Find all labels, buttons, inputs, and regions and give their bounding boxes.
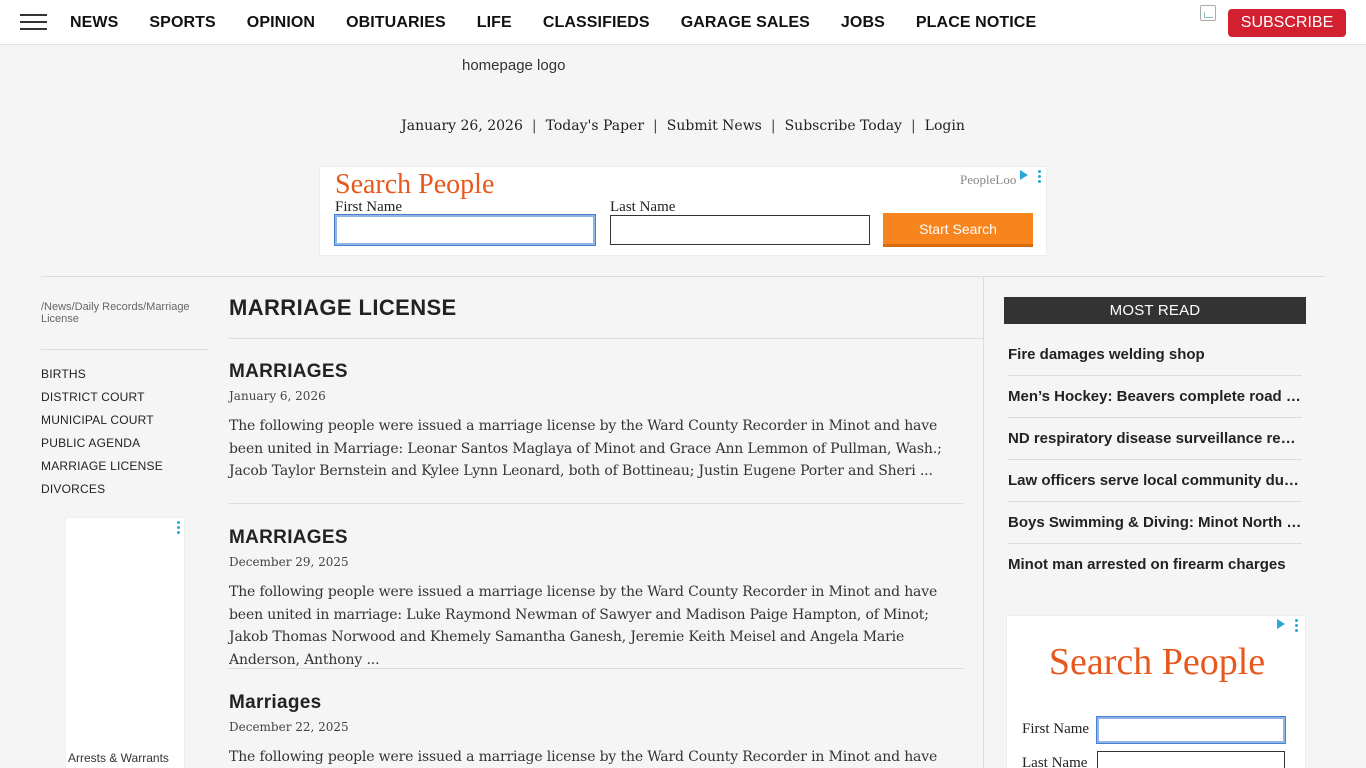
first-name-label: First Name: [1022, 721, 1090, 737]
search-people-ad: Search People First Name Last Name: [1006, 615, 1306, 768]
nav-sports[interactable]: SPORTS: [149, 14, 215, 32]
breadcrumb: /News/Daily Records/Marriage License: [41, 301, 209, 325]
first-name-input[interactable]: [1096, 716, 1286, 744]
sidebar-item-divorces[interactable]: DIVORCES: [41, 482, 163, 505]
logo-alt-text: homepage logo: [462, 57, 566, 74]
adchoices-icon[interactable]: [1018, 169, 1030, 181]
ad-brand[interactable]: PeopleLoo: [960, 172, 1016, 188]
most-read-list: Fire damages welding shop Men’s Hockey: …: [1008, 334, 1302, 586]
broken-image-icon[interactable]: [1200, 5, 1216, 21]
search-people-ad: Search People PeopleLoo First Name Last …: [319, 166, 1047, 256]
sidebar-item-municipal-court[interactable]: MUNICIPAL COURT: [41, 413, 163, 436]
last-name-input[interactable]: [610, 215, 870, 245]
divider: [229, 668, 963, 669]
article-title[interactable]: Marriages: [229, 692, 963, 718]
article-item: MARRIAGES December 29, 2025 The followin…: [229, 527, 963, 671]
most-read-item[interactable]: Minot man arrested on firearm charges: [1008, 544, 1302, 586]
divider: [229, 338, 983, 339]
first-name-label: First Name: [335, 199, 403, 215]
sidebar-ad[interactable]: Arrests & Warrants: [65, 517, 185, 768]
article-item: Marriages December 22, 2025 The followin…: [229, 692, 963, 768]
login-link[interactable]: Login: [925, 118, 965, 134]
article-excerpt: The following people were issued a marri…: [229, 584, 938, 668]
most-read-item[interactable]: Law officers serve local community durin…: [1008, 460, 1302, 502]
nav-news[interactable]: NEWS: [70, 14, 118, 32]
article-date: December 29, 2025: [229, 555, 349, 569]
start-search-button[interactable]: Start Search: [883, 213, 1033, 247]
most-read-item[interactable]: Men’s Hockey: Beavers complete road swee…: [1008, 376, 1302, 418]
subscribe-button[interactable]: SUBSCRIBE: [1228, 9, 1346, 37]
article-excerpt: The following people were issued a marri…: [229, 749, 938, 765]
ad-title[interactable]: Search People: [335, 169, 494, 201]
right-sidebar: MOST READ Fire damages welding shop Men’…: [983, 277, 1325, 768]
most-read-heading: MOST READ: [1004, 297, 1306, 324]
nav-garage-sales[interactable]: GARAGE SALES: [681, 14, 810, 32]
ad-menu-icon[interactable]: [1037, 170, 1041, 183]
divider: [41, 349, 209, 350]
ad-title[interactable]: Search People: [1007, 640, 1307, 684]
section-menu: BIRTHS DISTRICT COURT MUNICIPAL COURT PU…: [41, 367, 163, 505]
article-date: December 22, 2025: [229, 720, 349, 734]
nav-opinion[interactable]: OPINION: [247, 14, 315, 32]
most-read-item[interactable]: ND respiratory disease surveillance repo…: [1008, 418, 1302, 460]
adchoices-icon[interactable]: [1275, 618, 1287, 630]
nav-life[interactable]: LIFE: [477, 14, 512, 32]
most-read-item[interactable]: Boys Swimming & Diving: Minot North take…: [1008, 502, 1302, 544]
nav-place-notice[interactable]: PLACE NOTICE: [916, 14, 1036, 32]
nav-classifieds[interactable]: CLASSIFIEDS: [543, 14, 650, 32]
first-name-input[interactable]: [334, 214, 596, 246]
subscribe-today-link[interactable]: Subscribe Today: [785, 118, 902, 134]
last-name-input[interactable]: [1097, 751, 1285, 768]
last-name-label: Last Name: [1022, 755, 1088, 768]
sidebar-item-district-court[interactable]: DISTRICT COURT: [41, 390, 163, 413]
dateline: January 26, 2026 | Today's Paper | Submit Ne…: [401, 118, 965, 134]
article-item: MARRIAGES January 6, 2026 The following …: [229, 361, 963, 504]
ad-caption[interactable]: Arrests & Warrants: [68, 751, 169, 765]
nav-links: NEWS SPORTS OPINION OBITUARIES LIFE CLAS…: [70, 0, 1067, 45]
sidebar-item-marriage-license[interactable]: MARRIAGE LICENSE: [41, 459, 163, 482]
current-date: January 26, 2026: [401, 118, 523, 134]
article-excerpt: The following people were issued a marri…: [229, 418, 942, 479]
top-nav: NEWS SPORTS OPINION OBITUARIES LIFE CLAS…: [0, 0, 1366, 45]
last-name-label: Last Name: [610, 199, 676, 215]
article-title[interactable]: MARRIAGES: [229, 361, 963, 387]
divider: [229, 503, 963, 504]
article-title[interactable]: MARRIAGES: [229, 527, 963, 553]
sidebar-item-public-agenda[interactable]: PUBLIC AGENDA: [41, 436, 163, 459]
ad-menu-icon[interactable]: [176, 521, 180, 534]
menu-icon[interactable]: [20, 14, 47, 31]
breadcrumb-daily-records[interactable]: /Daily Records: [72, 301, 144, 313]
most-read-item[interactable]: Fire damages welding shop: [1008, 334, 1302, 376]
sidebar-item-births[interactable]: BIRTHS: [41, 367, 163, 390]
article-date: January 6, 2026: [229, 389, 326, 403]
main-content: /News/Daily Records/Marriage License BIR…: [41, 276, 1325, 768]
nav-jobs[interactable]: JOBS: [841, 14, 885, 32]
nav-obituaries[interactable]: OBITUARIES: [346, 14, 446, 32]
homepage-logo[interactable]: homepage logo: [462, 57, 565, 74]
todays-paper-link[interactable]: Today's Paper: [546, 118, 644, 134]
breadcrumb-news[interactable]: /News: [41, 301, 72, 313]
ad-menu-icon[interactable]: [1294, 619, 1298, 632]
page-title: MARRIAGE LICENSE: [229, 295, 457, 320]
submit-news-link[interactable]: Submit News: [667, 118, 762, 134]
